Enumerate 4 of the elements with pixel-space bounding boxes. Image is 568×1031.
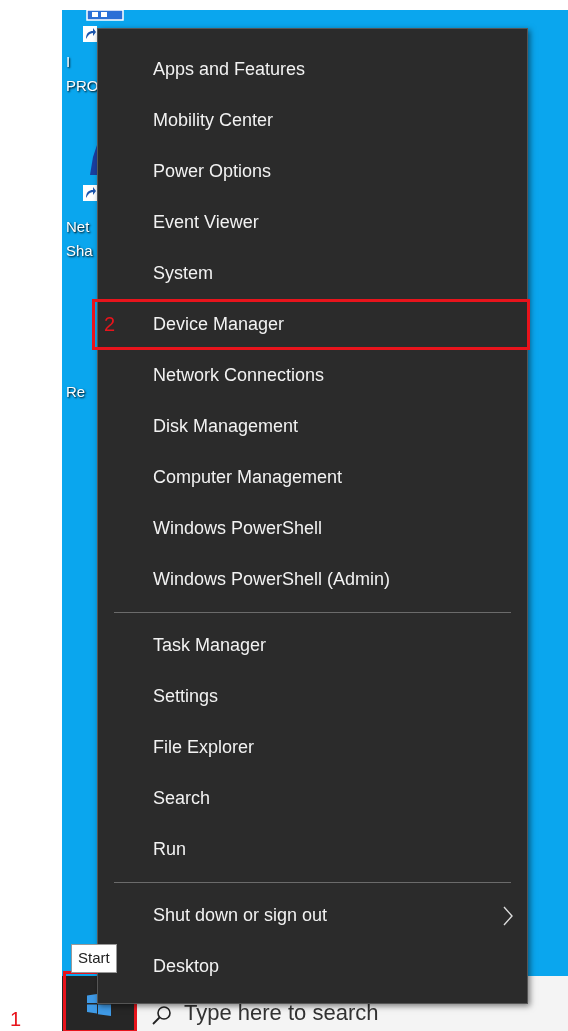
- annotation-number: 1: [10, 1008, 22, 1030]
- start-tooltip: Start: [71, 944, 117, 973]
- search-placeholder: Type here to search: [184, 1001, 379, 1025]
- annotation-number: 2: [104, 313, 116, 335]
